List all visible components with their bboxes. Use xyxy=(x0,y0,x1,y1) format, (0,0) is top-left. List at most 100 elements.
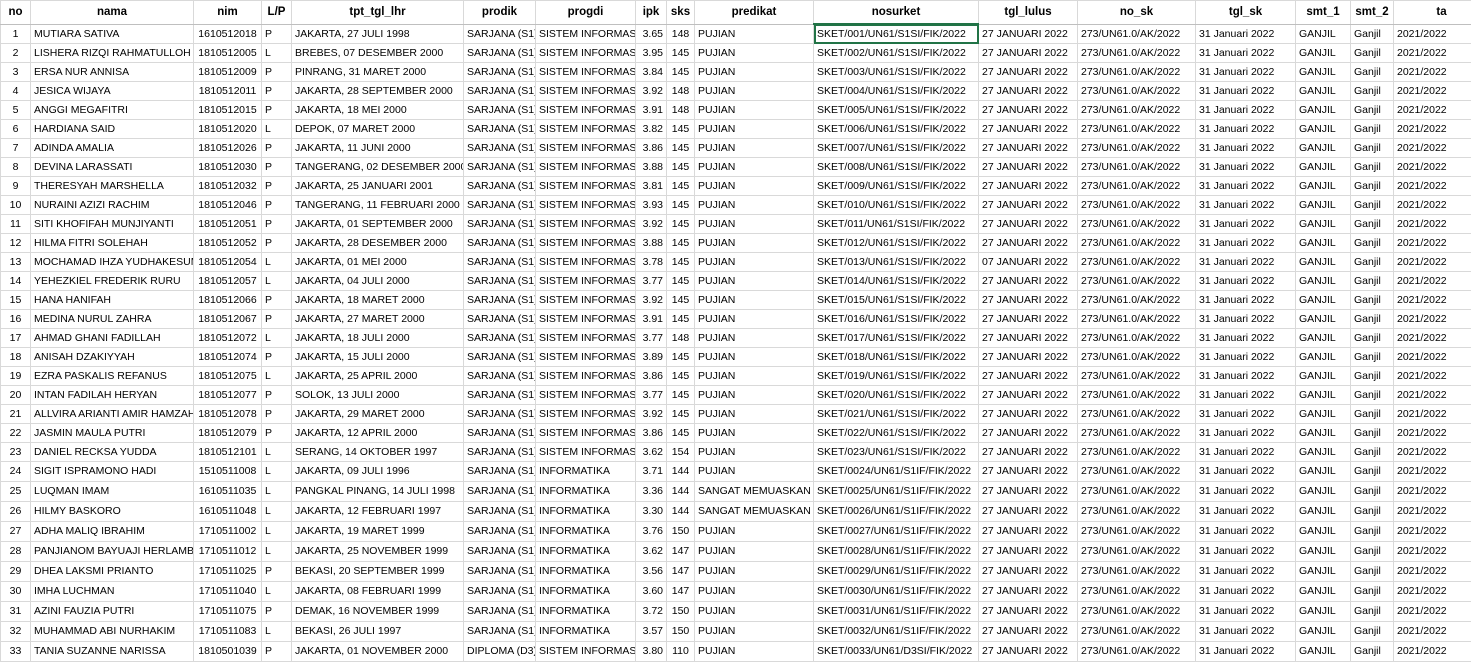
cell-predikat[interactable]: PUJIAN xyxy=(694,214,814,234)
cell-smt-2[interactable]: Ganjil xyxy=(1350,423,1394,443)
cell-ipk[interactable]: 3.62 xyxy=(635,442,667,462)
cell-ta[interactable]: 2021/2022 xyxy=(1393,423,1471,443)
cell-tgl-lulus[interactable]: 27 JANUARI 2022 xyxy=(978,271,1078,291)
cell-predikat[interactable]: PUJIAN xyxy=(694,119,814,139)
cell-prodik[interactable]: SARJANA (S1) xyxy=(463,404,536,424)
cell-no-sk[interactable]: 273/UN61.0/AK/2022 xyxy=(1077,501,1196,522)
cell-nama[interactable]: HILMY BASKORO xyxy=(30,501,194,522)
cell-progdi[interactable]: INFORMATIKA xyxy=(535,541,636,562)
cell-prodik[interactable]: SARJANA (S1) xyxy=(463,521,536,542)
column-header-nim[interactable]: nim xyxy=(193,0,262,25)
cell-l-p[interactable]: P xyxy=(261,233,292,253)
cell-prodik[interactable]: SARJANA (S1) xyxy=(463,541,536,562)
cell-nim[interactable]: 1710511083 xyxy=(193,621,262,642)
cell-sks[interactable]: 150 xyxy=(666,601,695,622)
cell-ipk[interactable]: 3.92 xyxy=(635,404,667,424)
cell-prodik[interactable]: SARJANA (S1) xyxy=(463,328,536,348)
cell-sks[interactable]: 145 xyxy=(666,309,695,329)
cell-no[interactable]: 26 xyxy=(0,501,31,522)
cell-sks[interactable]: 147 xyxy=(666,581,695,602)
cell-l-p[interactable]: P xyxy=(261,561,292,582)
cell-tgl-sk[interactable]: 31 Januari 2022 xyxy=(1195,252,1296,272)
cell-tpt-tgl-lhr[interactable]: JAKARTA, 09 JULI 1996 xyxy=(291,461,464,482)
cell-nama[interactable]: LISHERA RIZQI RAHMATULLOH xyxy=(30,43,194,63)
cell-tpt-tgl-lhr[interactable]: DEPOK, 07 MARET 2000 xyxy=(291,119,464,139)
cell-ipk[interactable]: 3.80 xyxy=(635,641,667,662)
cell-tgl-sk[interactable]: 31 Januari 2022 xyxy=(1195,138,1296,158)
cell-tgl-lulus[interactable]: 27 JANUARI 2022 xyxy=(978,601,1078,622)
cell-smt-1[interactable]: GANJIL xyxy=(1295,581,1351,602)
cell-predikat[interactable]: SANGAT MEMUASKAN xyxy=(694,481,814,502)
cell-progdi[interactable]: SISTEM INFORMASI xyxy=(535,404,636,424)
cell-tpt-tgl-lhr[interactable]: JAKARTA, 12 APRIL 2000 xyxy=(291,423,464,443)
cell-smt-2[interactable]: Ganjil xyxy=(1350,366,1394,386)
cell-sks[interactable]: 148 xyxy=(666,100,695,120)
cell-smt-2[interactable]: Ganjil xyxy=(1350,81,1394,101)
cell-no[interactable]: 28 xyxy=(0,541,31,562)
column-header-prodik[interactable]: prodik xyxy=(463,0,536,25)
cell-tpt-tgl-lhr[interactable]: TANGERANG, 11 FEBRUARI 2000 xyxy=(291,195,464,215)
cell-nim[interactable]: 1810512054 xyxy=(193,252,262,272)
cell-ipk[interactable]: 3.56 xyxy=(635,561,667,582)
cell-nama[interactable]: MEDINA NURUL ZAHRA xyxy=(30,309,194,329)
cell-no-sk[interactable]: 273/UN61.0/AK/2022 xyxy=(1077,195,1196,215)
cell-progdi[interactable]: INFORMATIKA xyxy=(535,601,636,622)
cell-nosurket[interactable]: SKET/012/UN61/S1SI/FIK/2022 xyxy=(813,233,979,253)
cell-predikat[interactable]: PUJIAN xyxy=(694,561,814,582)
cell-sks[interactable]: 150 xyxy=(666,521,695,542)
cell-prodik[interactable]: SARJANA (S1) xyxy=(463,366,536,386)
cell-sks[interactable]: 148 xyxy=(666,328,695,348)
cell-ta[interactable]: 2021/2022 xyxy=(1393,252,1471,272)
cell-prodik[interactable]: SARJANA (S1) xyxy=(463,43,536,63)
cell-tgl-lulus[interactable]: 27 JANUARI 2022 xyxy=(978,581,1078,602)
cell-sks[interactable]: 145 xyxy=(666,119,695,139)
cell-l-p[interactable]: P xyxy=(261,309,292,329)
column-header-nosurket[interactable]: nosurket xyxy=(813,0,979,25)
cell-no-sk[interactable]: 273/UN61.0/AK/2022 xyxy=(1077,481,1196,502)
cell-smt-2[interactable]: Ganjil xyxy=(1350,481,1394,502)
cell-smt-1[interactable]: GANJIL xyxy=(1295,271,1351,291)
cell-progdi[interactable]: SISTEM INFORMASI xyxy=(535,176,636,196)
cell-sks[interactable]: 154 xyxy=(666,442,695,462)
cell-predikat[interactable]: PUJIAN xyxy=(694,442,814,462)
cell-ipk[interactable]: 3.84 xyxy=(635,62,667,82)
cell-nama[interactable]: AHMAD GHANI FADILLAH xyxy=(30,328,194,348)
cell-l-p[interactable]: P xyxy=(261,214,292,234)
cell-smt-1[interactable]: GANJIL xyxy=(1295,601,1351,622)
cell-smt-2[interactable]: Ganjil xyxy=(1350,442,1394,462)
cell-smt-2[interactable]: Ganjil xyxy=(1350,641,1394,662)
cell-smt-1[interactable]: GANJIL xyxy=(1295,81,1351,101)
cell-tpt-tgl-lhr[interactable]: SERANG, 14 OKTOBER 1997 xyxy=(291,442,464,462)
cell-tpt-tgl-lhr[interactable]: JAKARTA, 18 JULI 2000 xyxy=(291,328,464,348)
cell-prodik[interactable]: SARJANA (S1) xyxy=(463,214,536,234)
cell-tgl-sk[interactable]: 31 Januari 2022 xyxy=(1195,601,1296,622)
cell-tgl-sk[interactable]: 31 Januari 2022 xyxy=(1195,100,1296,120)
cell-ta[interactable]: 2021/2022 xyxy=(1393,271,1471,291)
cell-ta[interactable]: 2021/2022 xyxy=(1393,233,1471,253)
cell-no-sk[interactable]: 273/UN61.0/AK/2022 xyxy=(1077,157,1196,177)
cell-sks[interactable]: 145 xyxy=(666,233,695,253)
cell-nim[interactable]: 1810512079 xyxy=(193,423,262,443)
cell-smt-2[interactable]: Ganjil xyxy=(1350,176,1394,196)
cell-nosurket[interactable]: SKET/0026/UN61/S1IF/FIK/2022 xyxy=(813,501,979,522)
cell-nosurket[interactable]: SKET/0028/UN61/S1IF/FIK/2022 xyxy=(813,541,979,562)
cell-tgl-sk[interactable]: 31 Januari 2022 xyxy=(1195,385,1296,405)
cell-progdi[interactable]: INFORMATIKA xyxy=(535,521,636,542)
cell-predikat[interactable]: PUJIAN xyxy=(694,309,814,329)
cell-ta[interactable]: 2021/2022 xyxy=(1393,481,1471,502)
cell-tgl-sk[interactable]: 31 Januari 2022 xyxy=(1195,43,1296,63)
cell-tgl-lulus[interactable]: 27 JANUARI 2022 xyxy=(978,385,1078,405)
cell-ta[interactable]: 2021/2022 xyxy=(1393,195,1471,215)
cell-l-p[interactable]: P xyxy=(261,62,292,82)
cell-progdi[interactable]: SISTEM INFORMASI xyxy=(535,81,636,101)
cell-tgl-lulus[interactable]: 27 JANUARI 2022 xyxy=(978,404,1078,424)
cell-no-sk[interactable]: 273/UN61.0/AK/2022 xyxy=(1077,385,1196,405)
cell-tgl-sk[interactable]: 31 Januari 2022 xyxy=(1195,214,1296,234)
cell-prodik[interactable]: SARJANA (S1) xyxy=(463,81,536,101)
cell-nim[interactable]: 1810512051 xyxy=(193,214,262,234)
cell-smt-1[interactable]: GANJIL xyxy=(1295,309,1351,329)
cell-tgl-lulus[interactable]: 27 JANUARI 2022 xyxy=(978,176,1078,196)
cell-no[interactable]: 12 xyxy=(0,233,31,253)
cell-tpt-tgl-lhr[interactable]: JAKARTA, 25 APRIL 2000 xyxy=(291,366,464,386)
column-header-tgl-lulus[interactable]: tgl_lulus xyxy=(978,0,1078,25)
